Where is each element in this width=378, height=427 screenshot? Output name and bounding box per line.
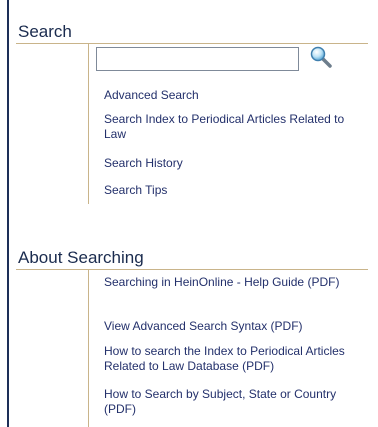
search-input[interactable]	[96, 47, 299, 71]
search-button[interactable]	[309, 45, 333, 69]
link-help-guide-pdf[interactable]: Searching in HeinOnline - Help Guide (PD…	[104, 275, 354, 290]
link-search-by-subject-pdf[interactable]: How to Search by Subject, State or Count…	[104, 387, 354, 417]
link-index-periodical-guide-pdf[interactable]: How to search the Index to Periodical Ar…	[104, 344, 369, 374]
link-search-tips[interactable]: Search Tips	[104, 183, 167, 198]
link-advanced-search[interactable]: Advanced Search	[104, 88, 199, 103]
link-search-index-periodical[interactable]: Search Index to Periodical Articles Rela…	[104, 112, 354, 142]
magnifier-icon	[310, 46, 332, 68]
about-section-body: Searching in HeinOnline - Help Guide (PD…	[88, 270, 369, 427]
link-advanced-search-syntax-pdf[interactable]: View Advanced Search Syntax (PDF)	[104, 319, 364, 334]
about-section-title: About Searching	[18, 248, 144, 267]
search-section-title: Search	[18, 22, 72, 41]
left-border	[7, 0, 9, 427]
link-search-history[interactable]: Search History	[104, 156, 183, 171]
search-section-body: Advanced Search Search Index to Periodic…	[88, 44, 359, 204]
